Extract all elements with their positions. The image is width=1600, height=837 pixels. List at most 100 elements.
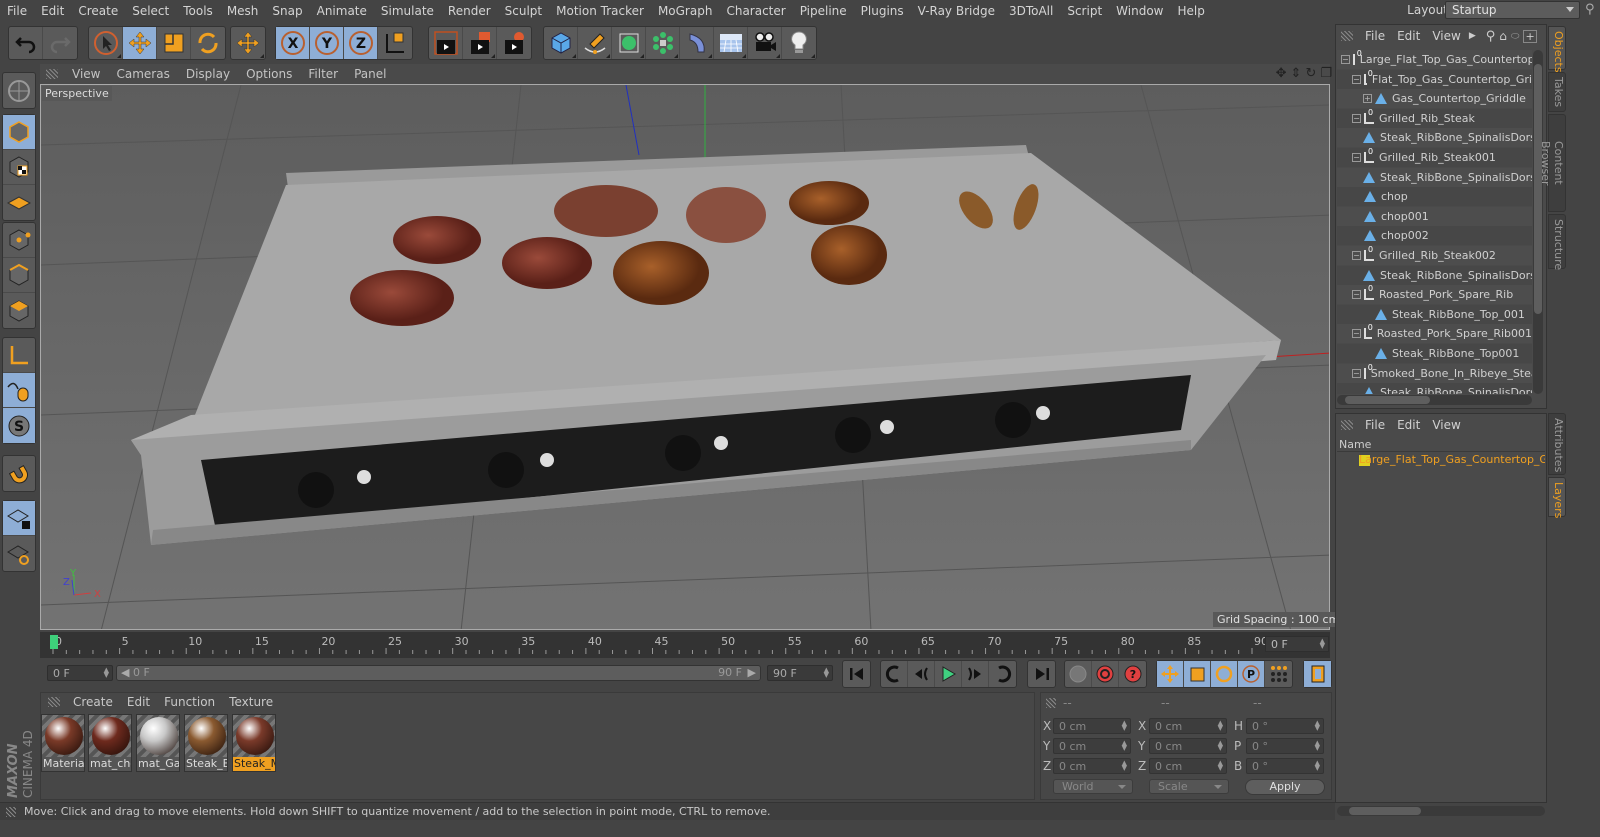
autokey-button[interactable]: ? bbox=[1119, 661, 1146, 687]
menu-character[interactable]: Character bbox=[719, 4, 792, 18]
scroll-thumb[interactable] bbox=[1349, 807, 1421, 815]
collapse-icon[interactable]: − bbox=[1352, 251, 1361, 260]
menu-window[interactable]: Window bbox=[1109, 4, 1170, 18]
apply-button[interactable]: Apply bbox=[1245, 779, 1325, 795]
material-menu-create[interactable]: Create bbox=[66, 695, 120, 709]
scale-button[interactable] bbox=[157, 27, 191, 59]
panel-grip-icon[interactable] bbox=[46, 69, 58, 79]
object-tree-item[interactable]: + Gas_Countertop_Griddle bbox=[1337, 89, 1532, 109]
key-position-button[interactable] bbox=[1157, 661, 1184, 687]
new-window-icon[interactable]: + bbox=[1523, 29, 1537, 43]
viewport-camera-label[interactable]: Perspective bbox=[42, 86, 112, 101]
recent-move-button[interactable] bbox=[231, 27, 265, 59]
menu-render[interactable]: Render bbox=[441, 4, 498, 18]
panel-grip-icon[interactable] bbox=[1046, 698, 1056, 708]
maximize-icon[interactable]: ❐ bbox=[1320, 66, 1332, 81]
viewport-menu-options[interactable]: Options bbox=[238, 67, 300, 81]
collapse-icon[interactable]: − bbox=[1352, 74, 1361, 84]
polygons-mode-button[interactable] bbox=[3, 293, 35, 328]
snap-button[interactable] bbox=[3, 456, 35, 491]
object-tree-item[interactable]: Steak_RibBone_SpinalisDors bbox=[1337, 128, 1532, 148]
viewport-menu-panel[interactable]: Panel bbox=[346, 67, 394, 81]
size-x-field[interactable]: 0 cm ▲ ▼ bbox=[1149, 718, 1227, 734]
expand-icon[interactable]: + bbox=[1363, 94, 1372, 104]
key-pla-button[interactable] bbox=[1265, 661, 1292, 687]
menu-3dtoall[interactable]: 3DToAll bbox=[1002, 4, 1060, 18]
z-axis-button[interactable]: Z bbox=[344, 27, 378, 59]
collapse-icon[interactable]: − bbox=[1352, 329, 1361, 339]
prev-key-button[interactable] bbox=[881, 661, 908, 687]
record-key-button[interactable] bbox=[1092, 661, 1119, 687]
coordinate-system-button[interactable] bbox=[378, 27, 412, 59]
make-editable-button[interactable] bbox=[3, 73, 35, 108]
menu-file[interactable]: File bbox=[0, 4, 34, 18]
menu-pipeline[interactable]: Pipeline bbox=[793, 4, 854, 18]
layer-row[interactable]: Large_Flat_Top_Gas_Countertop_Griddle bbox=[1337, 453, 1545, 468]
timeline-window-button[interactable] bbox=[1304, 661, 1331, 687]
object-tree-item[interactable]: Steak_RibBone_Top_001 bbox=[1337, 304, 1532, 324]
workplane-rotate-button[interactable] bbox=[3, 536, 35, 571]
material-menu-edit[interactable]: Edit bbox=[120, 695, 157, 709]
object-tree-item[interactable]: chop bbox=[1337, 187, 1532, 207]
tab-attributes[interactable]: Attributes bbox=[1548, 413, 1566, 475]
layer-name-header[interactable]: Name bbox=[1337, 438, 1545, 452]
object-tree-item[interactable]: Steak_RibBone_SpinalisDors bbox=[1337, 383, 1532, 394]
object-tree-item[interactable]: − Grilled_Rib_Steak002 bbox=[1337, 245, 1532, 265]
lm-menu-file[interactable]: File bbox=[1359, 418, 1391, 432]
collapse-icon[interactable]: − bbox=[1352, 290, 1361, 300]
tab-takes[interactable]: Takes bbox=[1548, 72, 1566, 112]
menu-animate[interactable]: Animate bbox=[310, 4, 374, 18]
orbit-icon[interactable]: ↻ bbox=[1305, 66, 1316, 81]
live-selection-button[interactable] bbox=[89, 27, 123, 59]
start-frame-field[interactable]: 0 F ▲ ▼ bbox=[47, 665, 113, 681]
material-swatch[interactable]: mat_Gas bbox=[136, 714, 180, 772]
menu-mograph[interactable]: MoGraph bbox=[651, 4, 720, 18]
panel-grip-icon[interactable] bbox=[48, 697, 60, 707]
object-tree-item[interactable]: −Flat_Top_Gas_Countertop_Gri bbox=[1337, 69, 1532, 89]
goto-start-button[interactable] bbox=[843, 661, 870, 687]
pos-x-field[interactable]: 0 cm ▲ ▼ bbox=[1053, 718, 1131, 734]
floor-button[interactable] bbox=[714, 27, 748, 59]
search-icon[interactable]: ⚲ bbox=[1585, 2, 1595, 17]
filter-icon[interactable]: ⬭ bbox=[1511, 31, 1520, 42]
object-tree-hscrollbar[interactable] bbox=[1337, 395, 1532, 405]
viewport-menu-cameras[interactable]: Cameras bbox=[108, 67, 177, 81]
viewport-menu-filter[interactable]: Filter bbox=[300, 67, 346, 81]
coordinate-space-select[interactable]: World bbox=[1053, 779, 1133, 794]
menu-motion-tracker[interactable]: Motion Tracker bbox=[549, 4, 651, 18]
collapse-icon[interactable]: − bbox=[1352, 113, 1361, 123]
menu-simulate[interactable]: Simulate bbox=[374, 4, 441, 18]
model-mode-button[interactable] bbox=[3, 115, 35, 150]
material-swatch[interactable]: Steak_M bbox=[232, 714, 276, 772]
pen-button[interactable] bbox=[578, 27, 612, 59]
current-frame-field[interactable]: 0 F ▲ ▼ bbox=[1265, 636, 1329, 652]
object-tree-item[interactable]: Steak_RibBone_Top001 bbox=[1337, 344, 1532, 363]
material-menu-function[interactable]: Function bbox=[157, 695, 222, 709]
object-tree-item[interactable]: − Roasted_Pork_Spare_Rib bbox=[1337, 284, 1532, 305]
prev-frame-button[interactable] bbox=[908, 661, 935, 687]
panel-grip-icon[interactable] bbox=[1341, 31, 1353, 41]
render-settings-button[interactable] bbox=[497, 27, 531, 59]
om-menu-edit[interactable]: Edit bbox=[1391, 29, 1426, 43]
range-left-arrow-icon[interactable]: ◀ bbox=[121, 666, 129, 679]
scroll-thumb[interactable] bbox=[1534, 64, 1542, 314]
menu-vray-bridge[interactable]: V-Ray Bridge bbox=[911, 4, 1002, 18]
object-tree-item[interactable]: chop002 bbox=[1337, 226, 1532, 246]
axis-mode-button[interactable] bbox=[3, 338, 35, 373]
workplane-button[interactable] bbox=[3, 185, 35, 220]
size-z-field[interactable]: 0 cm ▲ ▼ bbox=[1149, 758, 1227, 774]
layer-hscrollbar[interactable] bbox=[1337, 806, 1545, 816]
preview-range-slider[interactable]: ◀ 0 F 90 F ▶ bbox=[116, 665, 761, 681]
render-view-button[interactable] bbox=[429, 27, 463, 59]
scroll-thumb[interactable] bbox=[1345, 396, 1430, 404]
menu-help[interactable]: Help bbox=[1170, 4, 1211, 18]
range-right-arrow-icon[interactable]: ▶ bbox=[748, 666, 756, 679]
next-key-button[interactable] bbox=[989, 661, 1016, 687]
goto-end-button[interactable] bbox=[1028, 661, 1055, 687]
redo-button[interactable] bbox=[43, 27, 77, 59]
motion-path-button[interactable] bbox=[1065, 661, 1092, 687]
cloner-button[interactable] bbox=[646, 27, 680, 59]
subdivision-button[interactable] bbox=[612, 27, 646, 59]
edges-mode-button[interactable] bbox=[3, 258, 35, 293]
object-tree-item[interactable]: Steak_RibBone_SpinalisDors bbox=[1337, 265, 1532, 285]
